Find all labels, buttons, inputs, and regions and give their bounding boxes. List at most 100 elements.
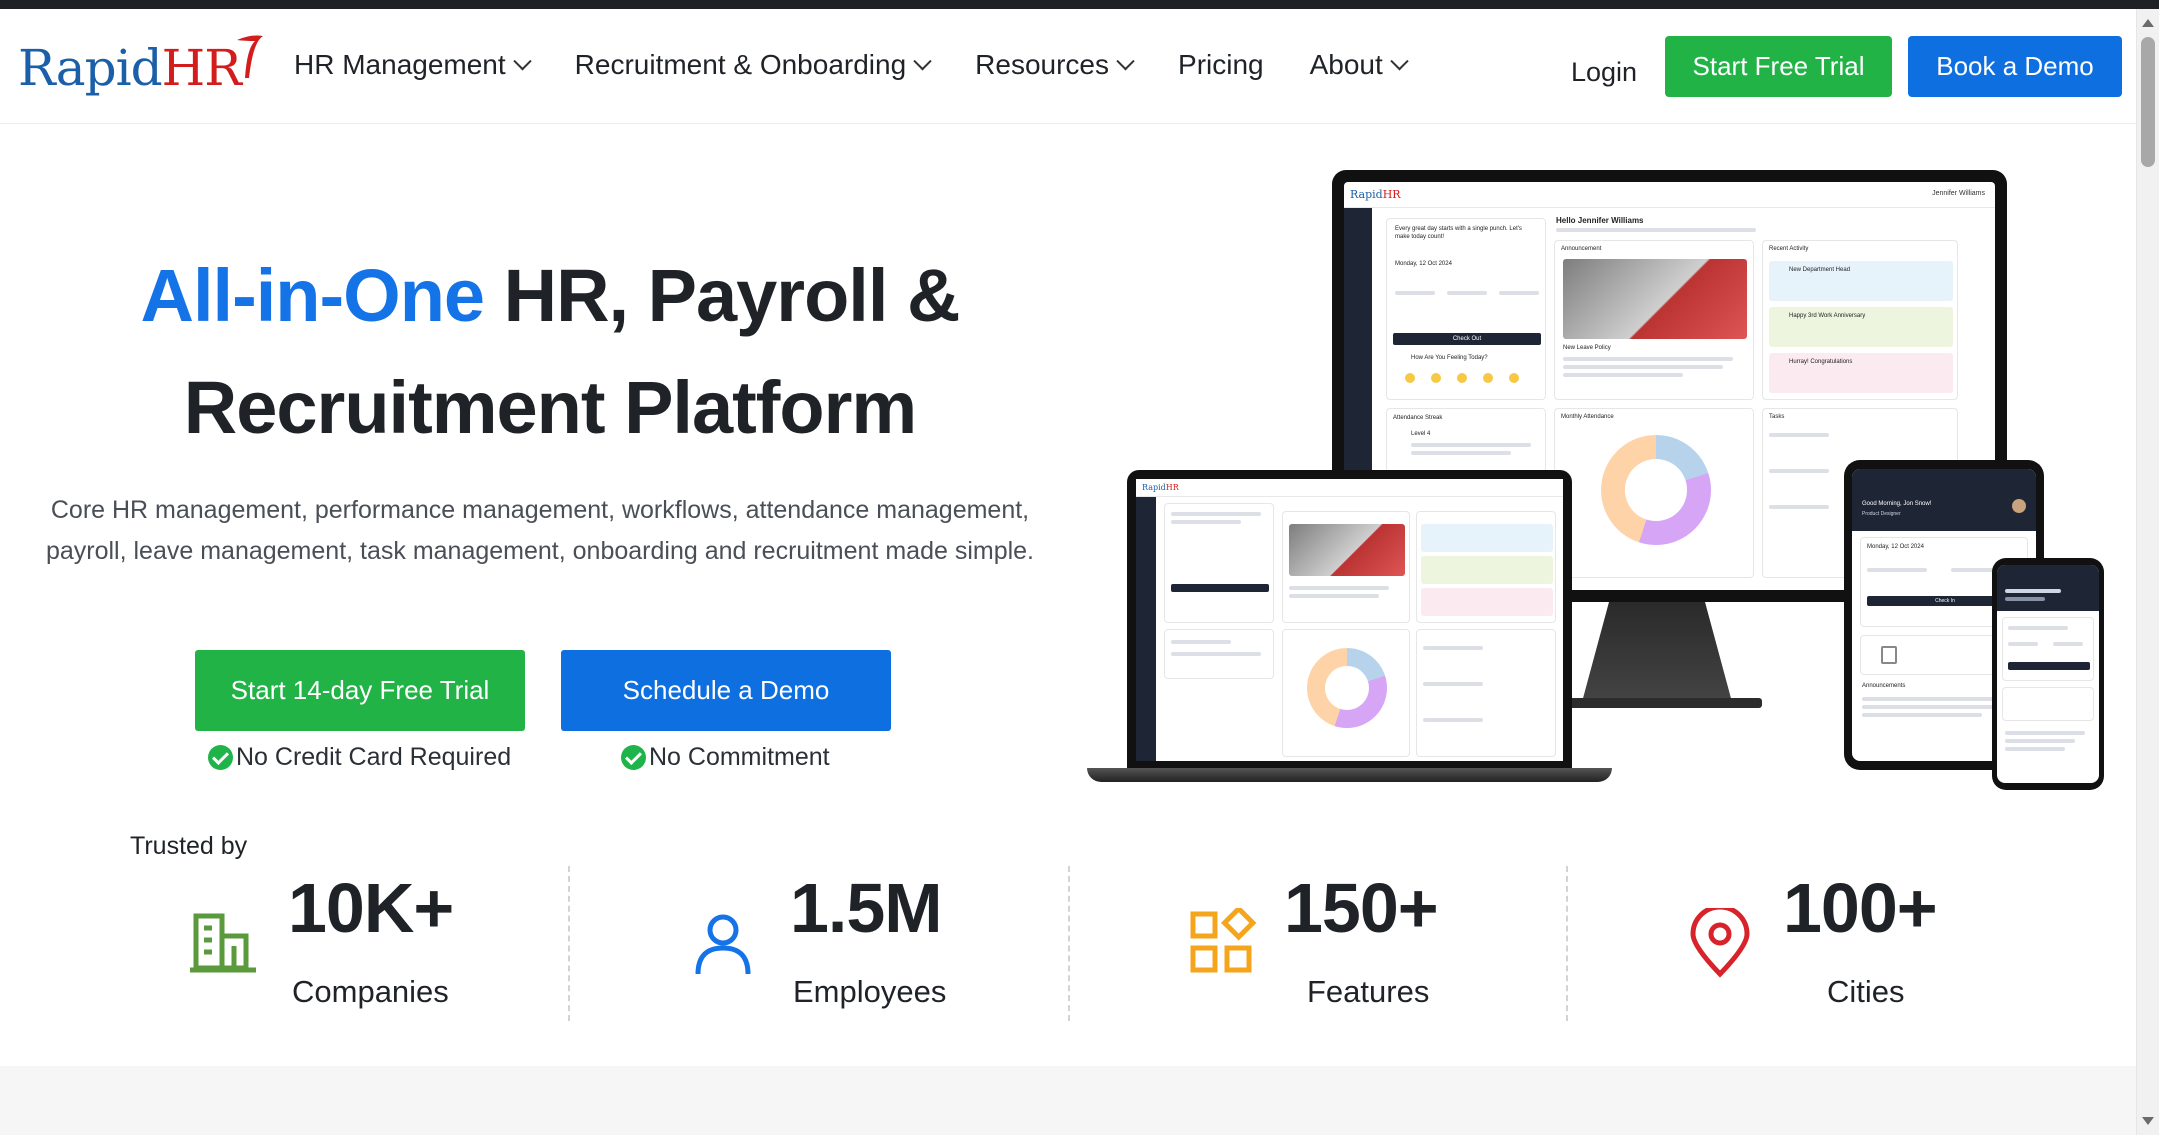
stat-label: Cities (1827, 974, 1905, 1009)
note-text: No Credit Card Required (236, 743, 512, 771)
location-pin-icon (1690, 908, 1750, 978)
app-logo: RapidHR (1142, 483, 1179, 492)
tablet-role: Product Designer (1862, 511, 1901, 517)
hero-title-accent: All-in-One (140, 254, 486, 337)
app-logo-hr: HR (1382, 188, 1401, 201)
stat-features: 150+ Features (1187, 868, 1487, 1023)
tasks-card (1416, 629, 1556, 757)
note-text: No Commitment (649, 743, 830, 771)
schedule-demo-button[interactable]: Schedule a Demo (561, 650, 891, 731)
stat-value: 150+ (1284, 869, 1439, 947)
activity-item: Happy 3rd Work Anniversary (1769, 307, 1953, 347)
start-free-trial-button[interactable]: Start Free Trial (1665, 36, 1892, 97)
punch-date: Monday, 12 Oct 2024 (1395, 261, 1452, 267)
tablet-date: Monday, 12 Oct 2024 (1867, 544, 1924, 550)
nav-hr-management[interactable]: HR Management (294, 49, 532, 81)
monthly-attendance-card: Monthly Attendance (1554, 408, 1754, 578)
logo-swoosh-icon (236, 35, 263, 78)
phone-punch-card (2002, 617, 2094, 681)
stat-value: 100+ (1783, 869, 1938, 947)
stat-employees: 1.5M Employees (688, 868, 988, 1023)
activity-title: Hurray! Congratulations (1789, 359, 1853, 365)
phone-mockup (1992, 558, 2104, 790)
streak-card (1164, 629, 1274, 679)
check-out-label: Check Out (1452, 336, 1482, 342)
logo-rapid-text: Rapid (18, 39, 163, 97)
nav-label: Recruitment & Onboarding (574, 49, 907, 80)
app-user-name: Jennifer Williams (1932, 190, 1985, 197)
stat-divider (1068, 866, 1070, 1021)
features-grid-icon (1190, 908, 1257, 973)
app-logo-hr: HR (1165, 483, 1179, 492)
activity-title: New Department Head (1789, 267, 1851, 273)
rapidhr-logo[interactable]: RapidHR (18, 33, 265, 103)
nav-label: Pricing (1178, 49, 1264, 80)
nav-about[interactable]: About (1309, 49, 1409, 81)
tablet-greeting: Good Morning, Jon Snow! (1862, 501, 1932, 507)
book-demo-button[interactable]: Book a Demo (1908, 36, 2122, 97)
avatar (2012, 499, 2026, 513)
hero-subtitle: Core HR management, performance manageme… (45, 496, 1035, 565)
streak-title: Attendance Streak (1393, 415, 1443, 421)
nav-label: Resources (975, 49, 1110, 80)
product-devices-illustration: RapidHR Jennifer Williams Every great da… (1082, 170, 2122, 795)
app-logo: RapidHR (1350, 188, 1401, 201)
laptop-base (1087, 768, 1612, 782)
announcement-card (1282, 511, 1410, 623)
stat-label: Companies (292, 974, 449, 1009)
nav-recruitment-onboarding[interactable]: Recruitment & Onboarding (574, 49, 932, 81)
phone-screen (1997, 565, 2099, 783)
app-topbar: RapidHR Jennifer Williams (1344, 182, 1995, 208)
announcement-card: Announcement New Leave Policy (1554, 240, 1754, 400)
scroll-down-arrow-icon[interactable] (2142, 1117, 2154, 1125)
logo-hr-text: HR (161, 39, 242, 97)
next-section-band (0, 1066, 2136, 1135)
scroll-up-arrow-icon[interactable] (2142, 19, 2154, 27)
site-header: RapidHR HR Management Recruitment & Onbo… (0, 9, 2136, 124)
hero-title: All-in-One HR, Payroll & Recruitment Pla… (40, 240, 1060, 464)
stat-label: Features (1307, 974, 1430, 1009)
recent-activity-card (1416, 511, 1556, 623)
app-sidebar (1136, 497, 1156, 761)
nav-label: About (1309, 49, 1383, 80)
punch-card: Every great day starts with a single pun… (1386, 218, 1546, 400)
phone-header (1997, 565, 2099, 611)
attendance-donut (1601, 435, 1711, 545)
recent-activity-card: Recent Activity New Department Head Happ… (1762, 240, 1958, 400)
announcement-title: Announcement (1561, 246, 1602, 252)
punch-note: Every great day starts with a single pun… (1395, 226, 1522, 240)
trusted-by-label: Trusted by (130, 832, 248, 860)
policy-title: New Leave Policy (1563, 345, 1611, 351)
logo-wordmark: RapidHR (18, 39, 242, 97)
stat-cities: 100+ Cities (1685, 868, 1985, 1023)
stat-label: Employees (793, 974, 947, 1009)
tablet-announcements: Announcements (1862, 683, 1906, 689)
activity-item: New Department Head (1769, 261, 1953, 301)
login-link[interactable]: Login (1571, 57, 1637, 88)
user-icon (695, 914, 751, 975)
laptop-screen: RapidHR (1136, 479, 1563, 761)
activity-title: Happy 3rd Work Anniversary (1789, 313, 1866, 319)
nav-resources[interactable]: Resources (975, 49, 1135, 81)
chevron-down-icon (1116, 51, 1135, 70)
page-scrollbar[interactable] (2136, 9, 2159, 1135)
greeting: Hello Jennifer Williams (1556, 216, 1644, 225)
nav-label: HR Management (294, 49, 506, 80)
stat-value: 1.5M (790, 869, 943, 947)
laptop-mockup: RapidHR (1127, 470, 1572, 770)
start-14-day-trial-button[interactable]: Start 14-day Free Trial (195, 650, 525, 731)
announcement-photo (1563, 259, 1747, 339)
no-credit-card-note: No Credit Card Required (208, 743, 511, 772)
stat-divider (568, 866, 570, 1021)
nav-pricing[interactable]: Pricing (1178, 49, 1264, 81)
stat-divider (1566, 866, 1568, 1021)
monitor-base (1562, 698, 1762, 708)
chevron-down-icon (1390, 51, 1409, 70)
scrollbar-thumb[interactable] (2141, 37, 2155, 167)
tablet-header: Good Morning, Jon Snow! Product Designer (1852, 469, 2036, 531)
no-commitment-note: No Commitment (621, 743, 830, 772)
chevron-down-icon (512, 51, 532, 70)
browser-top-strip (0, 0, 2159, 9)
app-logo-rapid: Rapid (1142, 483, 1166, 492)
hero-title-rest: HR, Payroll & (484, 254, 961, 337)
